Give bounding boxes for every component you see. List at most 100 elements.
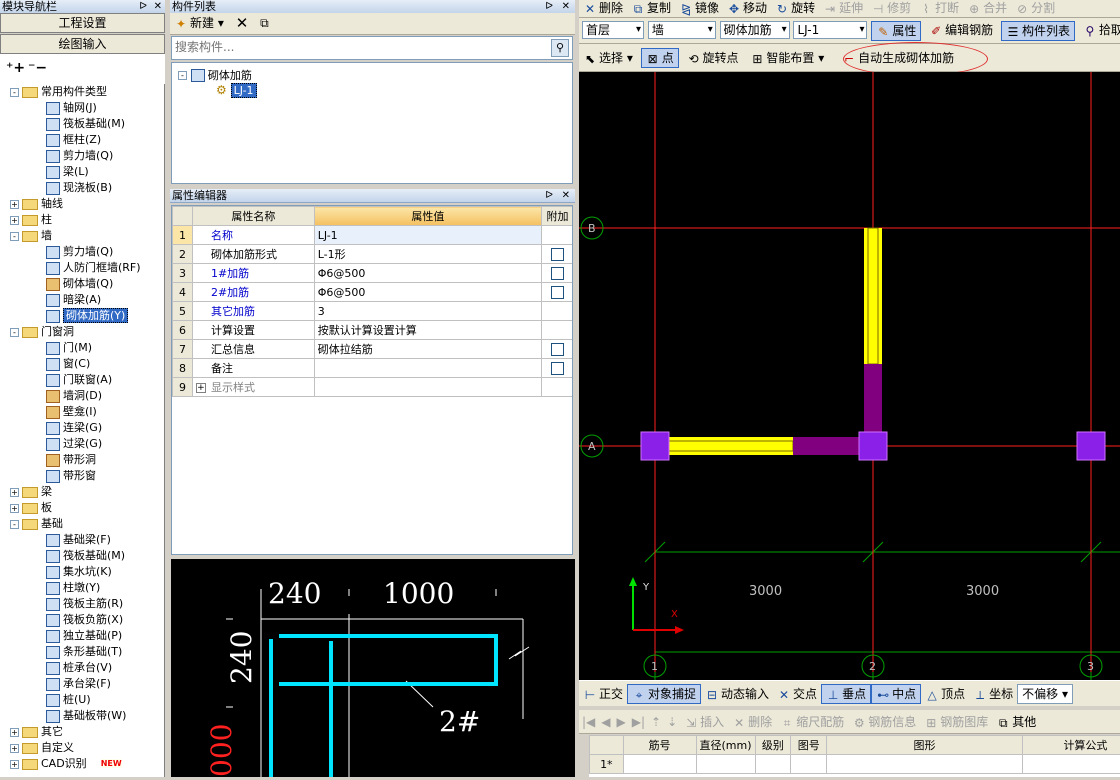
object-snap-toggle[interactable]: ⌖ 对象捕捉 [627, 684, 702, 704]
vertex-toggle[interactable]: △ 顶点 [921, 684, 969, 704]
prop-value[interactable]: 砌体拉结筋 [313, 339, 542, 359]
nav-tree-item[interactable]: 剪力墙(Q) [0, 148, 164, 164]
floor-select[interactable]: 首层 [582, 21, 644, 39]
nav-tree-item[interactable]: - 门窗洞 [0, 324, 164, 340]
collapse-toggle[interactable]: - [178, 71, 187, 80]
attach-checkbox[interactable] [550, 266, 564, 280]
comp-tree-item[interactable]: ⚙ LJ-1 [216, 83, 257, 98]
nav-tree-item[interactable]: 梁(L) [0, 164, 164, 180]
component-select[interactable]: LJ-1 [793, 21, 868, 39]
nav-tree-item[interactable]: 现浇板(B) [0, 180, 164, 196]
rebar-library-button[interactable]: ⊞ 钢筋图库 [920, 712, 992, 732]
nav-tree-item[interactable]: + 其它 [0, 724, 164, 740]
expand-toggle[interactable]: + [195, 383, 206, 393]
table-cell[interactable] [826, 754, 1023, 774]
copy-button[interactable]: ⧉ 复制 [627, 0, 675, 17]
rotate-button[interactable]: ↻ 旋转 [771, 0, 819, 17]
break-button[interactable]: ⌇ 打断 [915, 0, 963, 17]
collapse-all-icon[interactable]: ⁻− [28, 60, 47, 76]
nav-tree-item[interactable]: - 基础 [0, 516, 164, 532]
prop-row[interactable]: 6 计算设置 按默认计算设置计算 [172, 320, 572, 340]
nav-tree-item[interactable]: 集水坑(K) [0, 564, 164, 580]
prop-row[interactable]: 3 1#加筋 Φ6@500 [172, 263, 572, 283]
pick-button[interactable]: ⚲拾取构 [1079, 21, 1120, 41]
nav-tree-item[interactable]: 剪力墙(Q) [0, 244, 164, 260]
offset-toggle[interactable]: 不偏移 ▾ [1017, 684, 1073, 704]
edit-rebar-button[interactable]: ✐ 编辑钢筋 [925, 21, 997, 41]
prop-value[interactable]: 按默认计算设置计算 [313, 320, 542, 340]
pin-icon[interactable]: ᐅ [545, 0, 553, 13]
prop-row[interactable]: 9 + 显示样式 [172, 377, 572, 397]
pin-icon[interactable]: ᐅ [545, 189, 553, 202]
drawing-canvas[interactable]: B A 1 2 3 3000 3000 Y X [579, 72, 1120, 680]
properties-button[interactable]: ✎ 属性 [871, 21, 922, 41]
comp-tree-root[interactable]: - 砌体加筋 [178, 67, 252, 83]
expand-toggle[interactable]: + [10, 759, 19, 769]
nav-tree-item[interactable]: 筏板负筋(X) [0, 612, 164, 628]
category-select[interactable]: 砌体加筋 [719, 21, 790, 39]
prop-row[interactable]: 5 其它加筋 3 [172, 301, 572, 321]
midpoint-toggle[interactable]: ⊷ 中点 [871, 684, 922, 704]
insert-button[interactable]: ⇲ 插入 [680, 712, 728, 732]
split-button[interactable]: ⊘ 分割 [1011, 0, 1059, 17]
prop-row[interactable]: 8 备注 [172, 358, 572, 378]
rotate-point-button[interactable]: ⟲ 旋转点 [683, 48, 743, 68]
attach-checkbox[interactable] [550, 342, 564, 356]
nav-tree-item[interactable]: 砌体墙(Q) [0, 276, 164, 292]
nav-tree-item[interactable]: 人防门框墙(RF) [0, 260, 164, 276]
nav-tree-item[interactable]: + 梁 [0, 484, 164, 500]
prop-value[interactable] [313, 377, 542, 397]
nav-tree-item[interactable]: 桩承台(V) [0, 660, 164, 676]
prop-row[interactable]: 2 砌体加筋形式 L-1形 [172, 244, 572, 264]
prop-value[interactable]: Φ6@500 [313, 282, 542, 302]
ortho-toggle[interactable]: ⊢ 正交 [579, 684, 627, 704]
prop-value[interactable]: LJ-1 [313, 225, 542, 245]
close-icon[interactable]: ✕ [562, 189, 570, 202]
collapse-toggle[interactable]: - [10, 519, 19, 529]
nav-tree-item[interactable]: 门(M) [0, 340, 164, 356]
nav-tree-item[interactable]: + 轴线 [0, 196, 164, 212]
nav-arrow-icon[interactable]: ◀ [598, 712, 613, 732]
draw-input-button[interactable]: 绘图输入 [0, 34, 165, 54]
nav-tree-item[interactable]: 暗梁(A) [0, 292, 164, 308]
nav-tree-item[interactable]: 独立基础(P) [0, 628, 164, 644]
pin-icon[interactable]: ᐅ [139, 0, 147, 13]
other-button[interactable]: ⧉ 其他 [992, 712, 1040, 732]
nav-tree-item[interactable]: 过梁(G) [0, 436, 164, 452]
move-button[interactable]: ✥ 移动 [723, 0, 771, 17]
table-cell[interactable] [622, 754, 697, 774]
trim-button[interactable]: ⊣ 修剪 [867, 0, 915, 17]
attach-checkbox[interactable] [550, 247, 564, 261]
nav-tree-item[interactable]: 壁龛(I) [0, 404, 164, 420]
project-settings-button[interactable]: 工程设置 [0, 13, 165, 33]
expand-all-icon[interactable]: ⁺+ [6, 60, 25, 76]
nav-tree-item[interactable]: 基础板带(W) [0, 708, 164, 724]
rebar-info-button[interactable]: ⚙ 钢筋信息 [848, 712, 920, 732]
nav-tree-item[interactable]: + 柱 [0, 212, 164, 228]
nav-tree-item[interactable]: 带形窗 [0, 468, 164, 484]
table-cell[interactable] [695, 754, 756, 774]
table-cell[interactable] [1021, 754, 1120, 774]
smart-layout-button[interactable]: ⊞ 智能布置 ▾ [746, 48, 828, 68]
nav-tree-item[interactable]: 柱墩(Y) [0, 580, 164, 596]
nav-tree-item[interactable]: + 板 [0, 500, 164, 516]
prop-value[interactable]: Φ6@500 [313, 263, 542, 283]
nav-tree-item[interactable]: - 常用构件类型 [0, 84, 164, 100]
nav-tree-item[interactable]: 连梁(G) [0, 420, 164, 436]
left-splitter[interactable] [165, 0, 170, 777]
prop-value[interactable]: 3 [313, 301, 542, 321]
nav-arrow-icon[interactable]: ⇡ [648, 712, 664, 732]
close-icon[interactable]: ✕ [154, 0, 162, 13]
nav-tree-item[interactable]: 筏板基础(M) [0, 116, 164, 132]
delete-button[interactable]: ✕ 删除 [579, 0, 627, 17]
nav-tree-item[interactable]: 墙洞(D) [0, 388, 164, 404]
copy-icon[interactable]: ⧉ [256, 13, 273, 33]
nav-tree-item[interactable]: -墙 [0, 228, 164, 244]
table-cell[interactable] [754, 754, 792, 774]
scale-rebar-button[interactable]: ⌗ 缩尺配筋 [776, 712, 848, 732]
nav-tree-item[interactable]: + CAD识别 NEW [0, 756, 164, 772]
nav-tree-item[interactable]: 框柱(Z) [0, 132, 164, 148]
search-input[interactable] [172, 37, 542, 57]
close-icon[interactable]: ✕ [562, 0, 570, 13]
collapse-toggle[interactable]: - [10, 231, 19, 241]
